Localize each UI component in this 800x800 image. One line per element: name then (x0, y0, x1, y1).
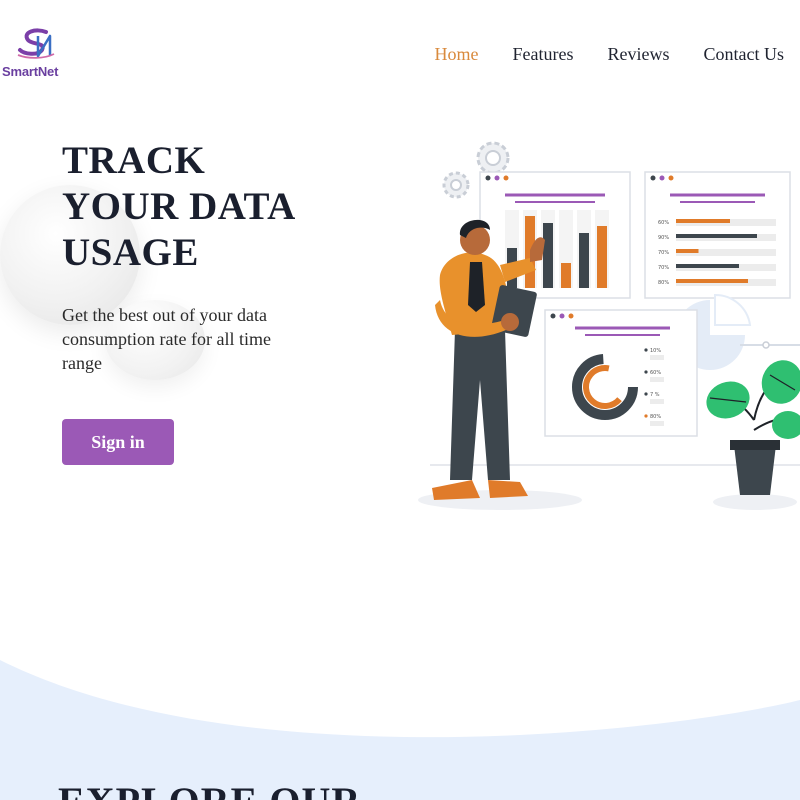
progress-label: 70% (658, 250, 669, 256)
legend-bar (650, 399, 664, 404)
sn-monogram-icon (17, 28, 55, 59)
plant-icon (706, 360, 800, 510)
section-wave-divider (0, 660, 800, 800)
legend-dot (644, 392, 648, 396)
legend-label: 80% (650, 414, 661, 420)
legend-label: 60% (650, 370, 661, 376)
nav-reviews[interactable]: Reviews (608, 44, 670, 65)
progress-fill (676, 219, 730, 223)
hero-illustration: 60% 90% 70% 70% 80% 10% 60% 7 % 80% (418, 141, 800, 510)
hero-title-line: YOUR DATA (62, 185, 296, 228)
progress-fill (676, 249, 699, 253)
sign-in-button[interactable]: Sign in (62, 419, 174, 465)
progress-label: 60% (658, 220, 669, 226)
progress-label: 90% (658, 235, 669, 241)
nav-contact-us[interactable]: Contact Us (704, 44, 785, 65)
gear-icon (442, 171, 470, 199)
legend-dot (644, 414, 648, 418)
brand-logo[interactable]: SmartNet (2, 26, 72, 82)
progress-fill (676, 279, 748, 283)
bar-mark (543, 223, 553, 288)
legend-bar (650, 377, 664, 382)
progress-panel: 60% 90% 70% 70% 80% (644, 171, 791, 299)
legend-label: 10% (650, 348, 661, 354)
legend-bar (650, 355, 664, 360)
main-nav: Home Features Reviews Contact Us (435, 44, 784, 65)
donut-panel: 10% 60% 7 % 80% (544, 309, 698, 437)
section-heading: EXPLORE OUR (58, 778, 361, 800)
bar-mark (561, 263, 571, 288)
brand-name: SmartNet (2, 64, 59, 79)
legend-label: 7 % (650, 392, 660, 398)
progress-label: 80% (658, 280, 669, 286)
legend-dot (644, 348, 648, 352)
gear-icon (476, 141, 510, 175)
legend-bar (650, 421, 664, 426)
progress-fill (676, 264, 739, 268)
hero-title-line: USAGE (62, 231, 199, 274)
bar-mark (597, 226, 607, 288)
nav-home[interactable]: Home (435, 44, 479, 65)
hero-subtitle: Get the best out of your data consumptio… (62, 305, 271, 373)
hero-title: TRACK YOUR DATA USAGE (62, 138, 296, 276)
legend-dot (644, 370, 648, 374)
progress-label: 70% (658, 265, 669, 271)
hero-title-line: TRACK (62, 139, 206, 182)
nav-features[interactable]: Features (513, 44, 574, 65)
bar-mark (579, 233, 589, 288)
progress-fill (676, 234, 757, 238)
